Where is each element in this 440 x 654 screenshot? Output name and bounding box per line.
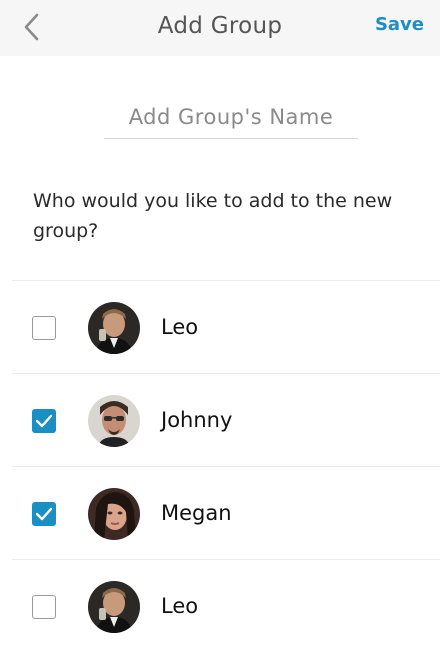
nav-header: Add Group Save <box>0 0 440 56</box>
save-button[interactable]: Save <box>375 14 424 35</box>
group-name-input[interactable] <box>104 96 358 139</box>
checkbox-unchecked[interactable] <box>32 316 56 340</box>
contact-name: Megan <box>161 501 232 525</box>
leo-avatar <box>88 581 140 633</box>
checkbox-checked[interactable] <box>32 409 56 433</box>
megan-avatar <box>88 488 140 540</box>
contact-row[interactable]: Leo <box>0 281 440 373</box>
checkbox-unchecked[interactable] <box>32 595 56 619</box>
add-members-prompt: Who would you like to add to the new gro… <box>33 190 393 242</box>
contact-name: Leo <box>161 594 199 618</box>
contact-row[interactable]: Johnny <box>0 374 440 466</box>
checkbox-checked[interactable] <box>32 502 56 526</box>
checkmark-icon <box>35 414 53 428</box>
contact-row[interactable]: Megan <box>0 467 440 559</box>
contact-name: Johnny <box>161 408 233 432</box>
add-group-screen: Add Group Save Who would you like to add… <box>0 0 440 654</box>
contact-row[interactable]: Leo <box>0 560 440 652</box>
johnny-avatar <box>88 395 140 447</box>
contact-list: Leo Johnny Megan Leo <box>0 280 440 652</box>
contact-name: Leo <box>161 315 199 339</box>
leo-avatar <box>88 302 140 354</box>
checkmark-icon <box>35 507 53 521</box>
